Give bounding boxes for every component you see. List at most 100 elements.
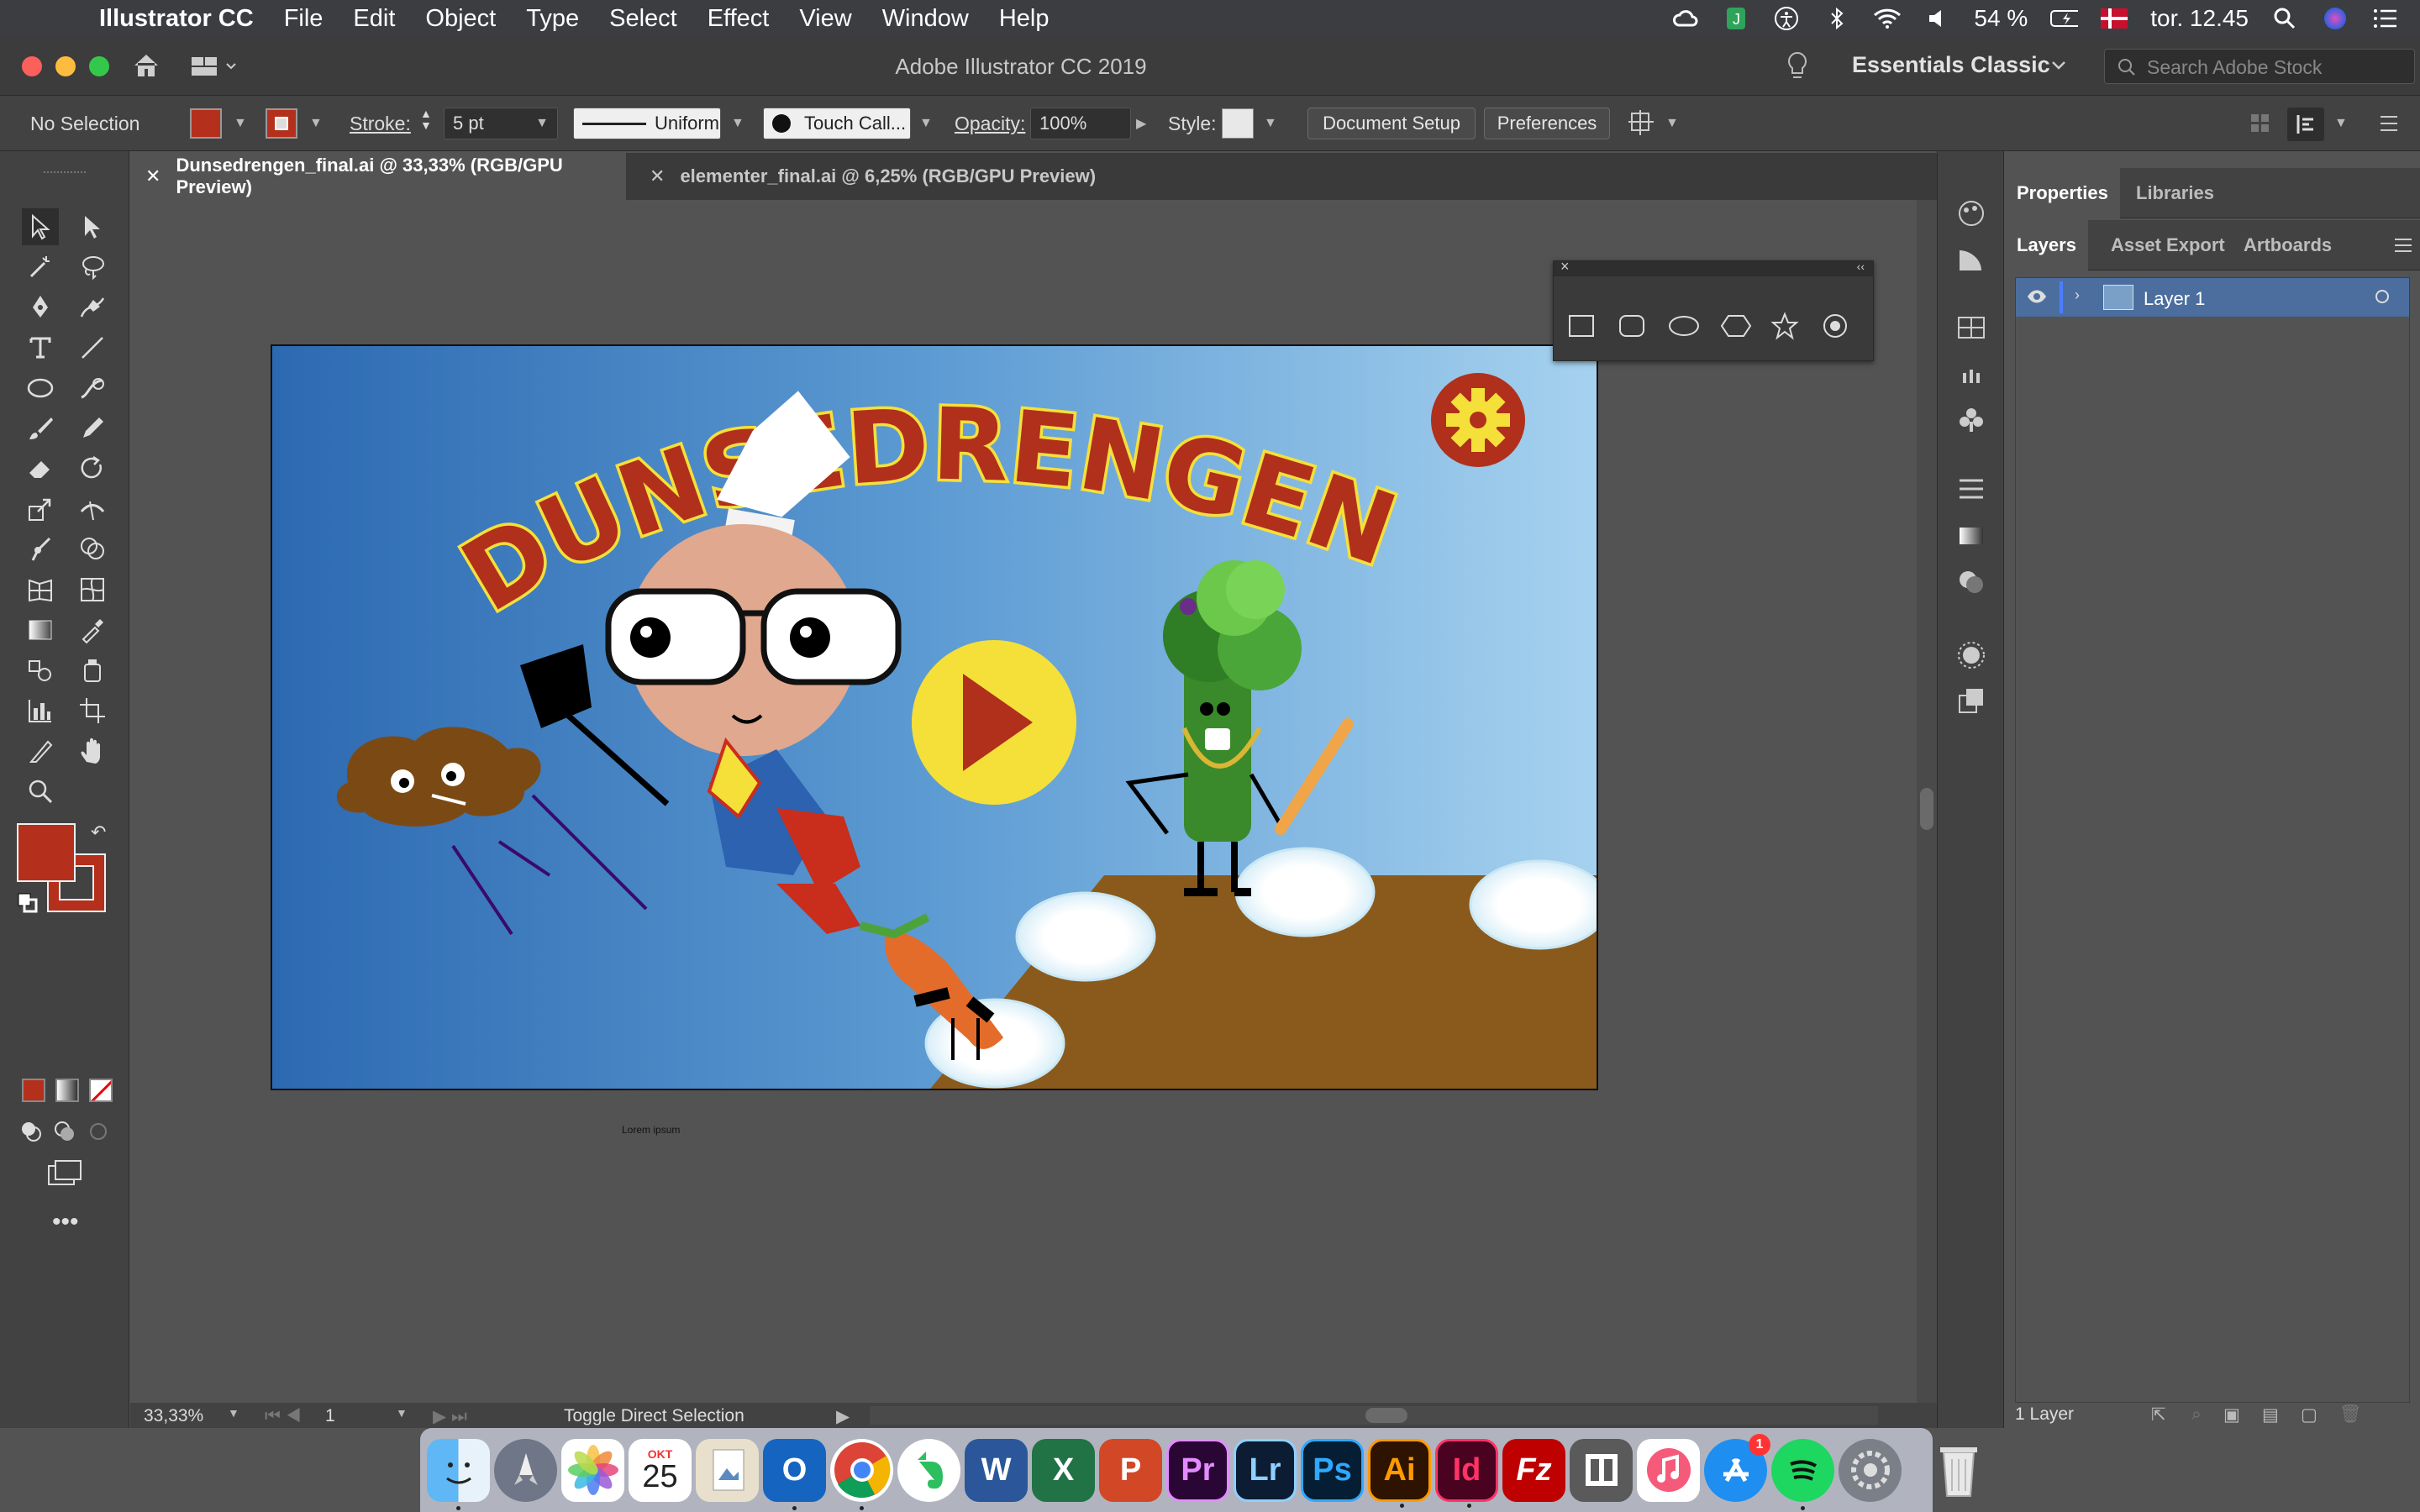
swatches-icon[interactable] [1951,309,1991,346]
color-mode-icon[interactable] [22,1079,45,1102]
tab-properties[interactable]: Properties [2005,168,2120,218]
photoshop-icon[interactable]: Ps [1301,1438,1364,1502]
spotify-icon[interactable] [1771,1438,1834,1510]
none-mode-icon[interactable] [89,1079,113,1102]
shape-builder-tool-icon[interactable] [74,531,111,568]
tab-asset-export[interactable]: Asset Export [2099,220,2237,270]
variable-width-profile-dropdown[interactable]: Uniform [573,108,721,139]
close-tab-icon[interactable]: ✕ [145,165,160,187]
draw-normal-icon[interactable] [18,1119,44,1148]
ellipse-tool-icon[interactable] [22,370,59,407]
chrome-icon[interactable] [830,1438,893,1510]
menu-help[interactable]: Help [984,5,1065,33]
workspace-switcher[interactable]: Essentials Classic [1852,52,2050,78]
bluetooth-icon[interactable] [1823,6,1851,31]
document-canvas[interactable]: DUNSEDRENGEN [130,200,1937,1403]
status-menu-arrow-icon[interactable]: ▶ [836,1406,850,1427]
zoom-chevron-icon[interactable]: ▼ [228,1406,239,1420]
siri-icon[interactable] [2321,6,2349,31]
puppet-warp-tool-icon[interactable] [22,531,59,568]
opacity-arrow-icon[interactable]: ▶ [1136,108,1146,139]
collapse-panel-icon[interactable]: ‹‹ [1857,260,1865,273]
trash-icon[interactable] [1927,1439,1990,1502]
system-preferences-icon[interactable] [1839,1438,1902,1502]
flag-icon[interactable] [2100,6,2128,31]
menu-app-name[interactable]: Illustrator CC [84,5,269,33]
excel-icon[interactable]: X [1032,1438,1095,1502]
word-icon[interactable]: W [965,1438,1028,1502]
battery-icon[interactable] [2049,6,2079,31]
align-chevron-icon[interactable]: ▼ [1665,108,1679,139]
stroke-label[interactable]: Stroke: [350,108,411,139]
calendar-icon[interactable]: OKT 25 [629,1438,692,1502]
brush-definition-dropdown[interactable]: Touch Call... [763,108,911,139]
menu-view[interactable]: View [784,5,866,33]
default-fill-stroke-icon[interactable] [17,892,39,918]
first-artboard-icon[interactable]: ⏮ ◀ [265,1406,301,1426]
export-icon[interactable]: ⇱ [2151,1404,2166,1425]
swap-fill-stroke-icon[interactable]: ↶ [91,822,106,843]
tab-artboards[interactable]: Artboards [2232,220,2344,270]
artboard-number-field[interactable]: 1 [325,1406,335,1426]
transparency-icon[interactable] [1951,563,1991,600]
volume-icon[interactable] [1923,6,1952,31]
lightroom-icon[interactable]: Lr [1234,1438,1297,1502]
evernote-icon[interactable] [897,1438,960,1502]
eye-icon[interactable] [2026,286,2048,311]
delete-layer-icon[interactable]: 🗑 [2339,1404,2362,1425]
tab-libraries[interactable]: Libraries [2124,168,2226,218]
color-panel-icon[interactable] [1951,242,1991,279]
draw-inside-icon[interactable] [86,1119,111,1148]
learn-lightbulb-icon[interactable] [1785,50,1810,87]
finder-icon[interactable] [427,1438,490,1510]
panel-toggle-icon[interactable] [2287,108,2324,141]
graphic-styles-icon[interactable] [1951,682,1991,719]
lasso-tool-icon[interactable] [74,249,111,286]
horizontal-scrollbar[interactable] [870,1406,1878,1425]
close-tab-icon[interactable]: ✕ [650,165,665,187]
graphic-style-swatch[interactable] [1222,108,1254,139]
horizontal-scrollbar-thumb[interactable] [1365,1408,1407,1423]
tab-elementer[interactable]: ✕ elementer_final.ai @ 6,25% (RGB/GPU Pr… [634,153,1105,200]
tab-layers[interactable]: Layers [2005,220,2088,270]
brush-chevron-icon[interactable]: ▼ [919,108,933,139]
paintbrush-tool-icon[interactable] [22,410,59,447]
width-tool-icon[interactable] [74,491,111,528]
line-segment-tool-icon[interactable] [74,329,111,366]
window-manager-icon[interactable] [1570,1438,1633,1502]
control-bar-menu-icon[interactable] [2378,108,2400,139]
appearance-icon[interactable] [1951,637,1991,674]
eraser-tool-icon[interactable] [22,450,59,487]
preferences-button[interactable]: Preferences [1484,108,1610,139]
rectangle-tool-icon[interactable] [1567,313,1596,343]
gradient-tool-icon[interactable] [22,612,59,648]
preview-icon[interactable] [696,1438,759,1502]
star-tool-icon[interactable] [1770,312,1799,344]
wifi-icon[interactable] [1873,6,1902,31]
menu-object[interactable]: Object [410,5,511,33]
close-panel-icon[interactable]: × [1560,258,1570,276]
next-artboard-icon[interactable]: ▶ ⏭ [433,1406,467,1427]
column-graph-tool-icon[interactable] [22,692,59,729]
toolbar-grip[interactable] [44,171,86,175]
document-setup-button[interactable]: Document Setup [1307,108,1476,139]
ellipse-shape-icon[interactable] [1668,313,1700,343]
lorem-ipsum-text[interactable]: Lorem ipsum [622,1124,680,1136]
stroke-panel-icon[interactable] [1951,470,1991,507]
creative-cloud-icon[interactable] [1671,6,1700,31]
clipping-mask-icon[interactable]: ▣ [2223,1404,2240,1425]
gradient-mode-icon[interactable] [55,1079,79,1102]
spotlight-search-icon[interactable] [2270,6,2299,31]
stroke-stepper[interactable]: ▲ ▼ [420,108,432,139]
curvature-tool-icon[interactable] [74,289,111,326]
indesign-icon[interactable]: Id [1435,1438,1498,1508]
outlook-icon[interactable]: O [763,1438,826,1510]
panel-menu-icon[interactable] [2393,237,2413,258]
menu-file[interactable]: File [269,5,339,33]
brushes-icon[interactable] [1951,354,1991,391]
artboard[interactable]: DUNSEDRENGEN [271,344,1598,1090]
direct-selection-tool-icon[interactable] [74,208,111,245]
draw-behind-icon[interactable] [52,1119,77,1148]
music-icon[interactable] [1637,1438,1700,1502]
new-sublayer-icon[interactable]: ▤ [2262,1404,2279,1425]
